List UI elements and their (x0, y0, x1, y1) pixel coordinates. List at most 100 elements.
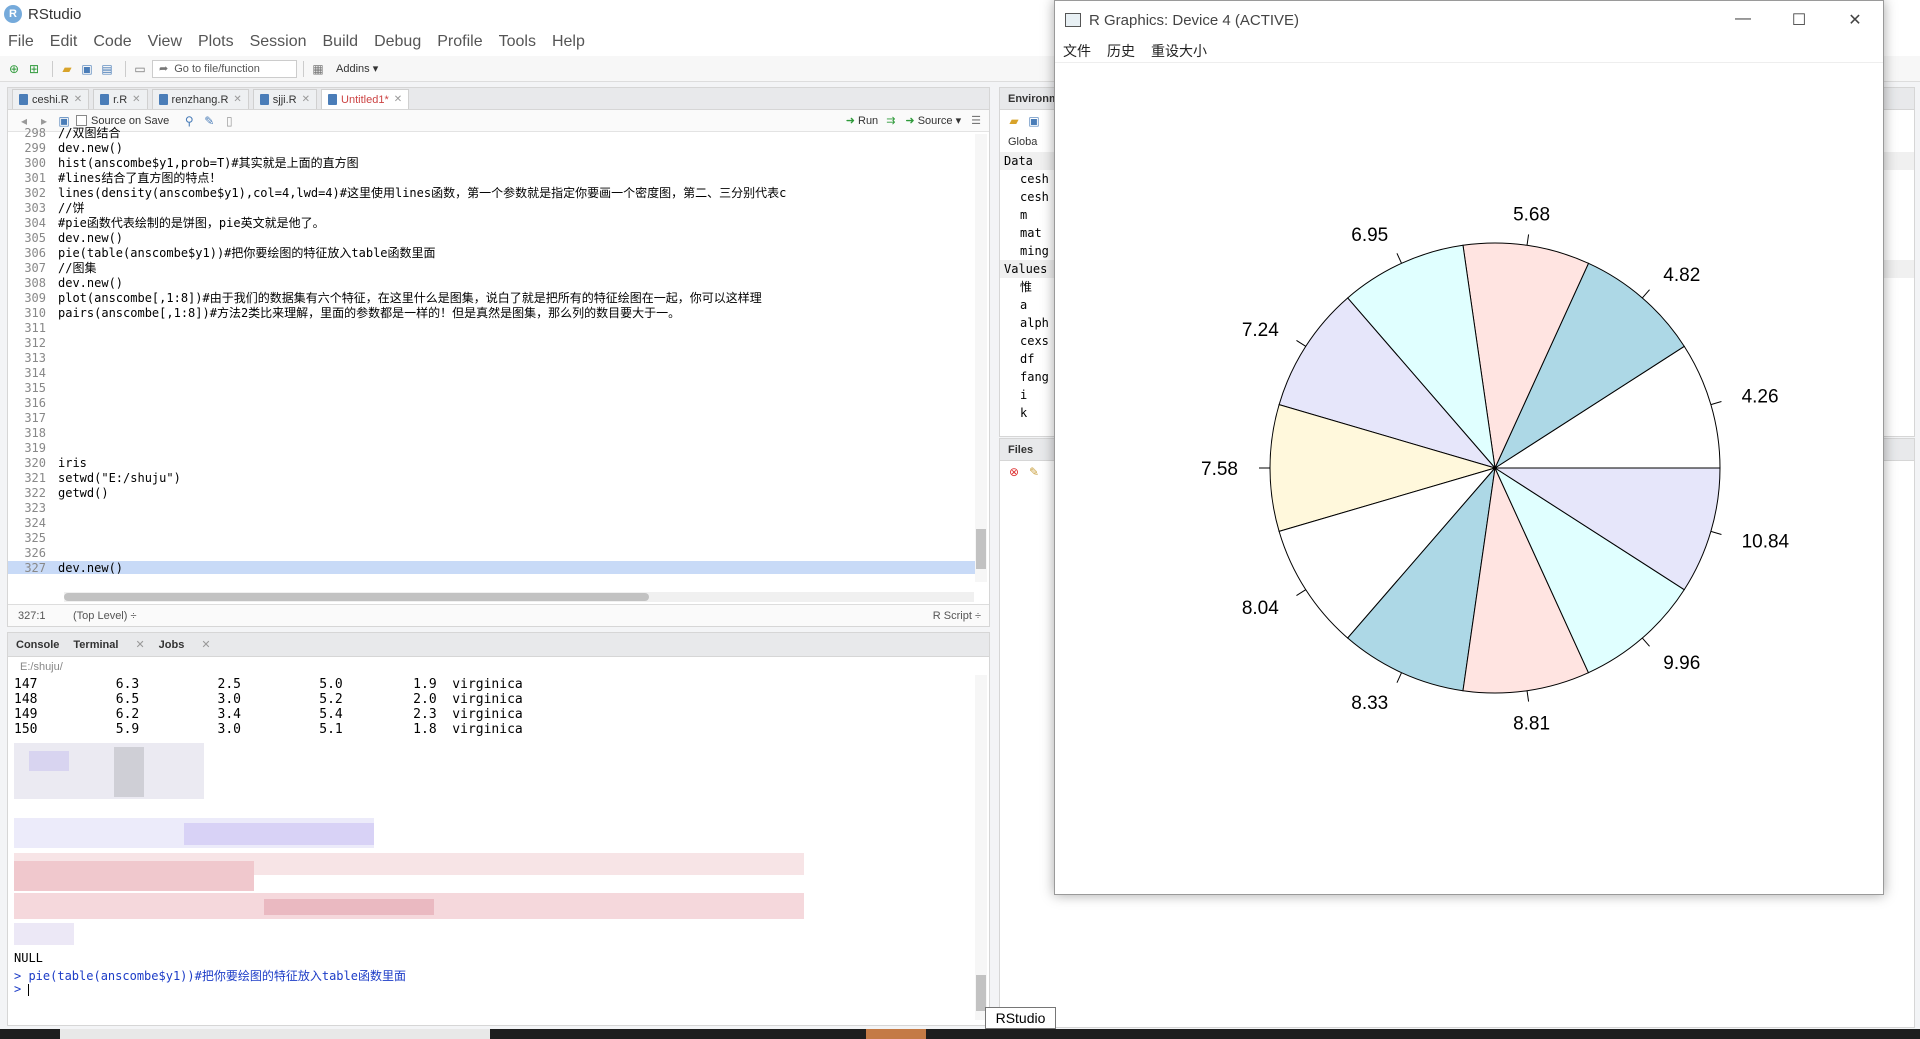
menu-edit[interactable]: Edit (50, 33, 78, 51)
minimize-icon[interactable]: — (1715, 10, 1771, 30)
graphics-title-bar[interactable]: R Graphics: Device 4 (ACTIVE) — ☐ ✕ (1055, 1, 1883, 39)
source-tab[interactable]: sjji.R ✕ (252, 89, 318, 109)
source-tab[interactable]: ceshi.R ✕ (12, 89, 90, 109)
code-line[interactable]: 312 (8, 336, 976, 351)
code-line[interactable]: 317 (8, 411, 976, 426)
console-prompt[interactable]: > (14, 982, 30, 996)
menu-plots[interactable]: Plots (198, 33, 234, 51)
code-line[interactable]: 322 getwd() (8, 486, 976, 501)
file-type-selector[interactable]: R Script ÷ (933, 610, 981, 622)
brush-icon[interactable]: ✎ (1026, 464, 1042, 480)
menu-file[interactable]: File (8, 33, 34, 51)
r-file-icon (259, 94, 269, 105)
menu-view[interactable]: View (148, 33, 182, 51)
load-workspace-icon[interactable]: ▰ (1006, 113, 1022, 129)
menu-debug[interactable]: Debug (374, 33, 421, 51)
new-file-icon[interactable]: ⊕ (6, 61, 22, 77)
code-line[interactable]: 315 (8, 381, 976, 396)
code-line[interactable]: 316 (8, 396, 976, 411)
code-line[interactable]: 305 dev.new() (8, 231, 976, 246)
close-icon[interactable]: ✕ (135, 639, 144, 651)
code-line[interactable]: 300 hist(anscombe$y1,prob=T)#其实就是上面的直方图 (8, 156, 976, 171)
menu-build[interactable]: Build (323, 33, 359, 51)
save-all-icon[interactable]: ▤ (99, 61, 115, 77)
code-line[interactable]: 327 dev.new() (8, 561, 976, 574)
goto-arrow-icon: ➦ (159, 63, 169, 75)
code-line[interactable]: 307 //图集 (8, 261, 976, 276)
code-line[interactable]: 301 #lines结合了直方图的特点！ (8, 171, 976, 186)
new-project-icon[interactable]: ⊞ (26, 61, 42, 77)
open-file-icon[interactable]: ▰ (59, 61, 75, 77)
print-icon[interactable]: ▭ (132, 61, 148, 77)
tab-console[interactable]: Console (16, 639, 59, 651)
code-line[interactable]: 308 dev.new() (8, 276, 976, 291)
goto-file-input[interactable]: ➦ Go to file/function (152, 59, 297, 78)
code-line[interactable]: 309 plot(anscombe[,1:8])#由于我们的数据集有六个特征，在这… (8, 291, 976, 306)
menu-profile[interactable]: Profile (437, 33, 482, 51)
close-icon[interactable]: ✕ (1827, 10, 1883, 30)
save-icon[interactable]: ▣ (79, 61, 95, 77)
code-line[interactable]: 313 (8, 351, 976, 366)
close-icon[interactable]: ✕ (302, 94, 310, 105)
source-tab[interactable]: renzhang.R ✕ (151, 89, 249, 109)
scroll-thumb[interactable] (976, 529, 986, 569)
scope-context[interactable]: (Top Level) ÷ (73, 610, 137, 622)
close-icon[interactable]: ✕ (132, 94, 140, 105)
line-text: pairs(anscombe[,1:8])#方法2类比来理解，里面的参数都是一样… (58, 306, 681, 320)
code-line[interactable]: 320 iris (8, 456, 976, 471)
console-output[interactable]: 147 6.3 2.5 5.0 1.9 virginica 148 6.5 3.… (8, 677, 989, 737)
save-workspace-icon[interactable]: ▣ (1026, 113, 1042, 129)
code-line[interactable]: 304 #pie函数代表绘制的是饼图，pie英文就是他了。 (8, 216, 976, 231)
line-text: //饼 (58, 201, 85, 215)
menu-code[interactable]: Code (93, 33, 131, 51)
taskbar-search[interactable] (60, 1029, 490, 1039)
menu-session[interactable]: Session (250, 33, 307, 51)
menu-tools[interactable]: Tools (499, 33, 536, 51)
graphics-menu-item[interactable]: 重设大小 (1151, 41, 1207, 61)
code-line[interactable]: 299 dev.new() (8, 141, 976, 156)
scroll-thumb[interactable] (64, 593, 649, 601)
working-dir-path[interactable]: E:/shuju/ (20, 661, 63, 673)
pie-chart: 4.26 4.82 5.68 6.95 7.24 7.58 8.04 8.33 8.81 9.96… (1201, 205, 1790, 735)
graphics-menu-item[interactable]: 文件 (1063, 41, 1091, 61)
editor-vertical-scrollbar[interactable] (975, 134, 987, 582)
r-file-icon (19, 94, 28, 105)
code-line[interactable]: 319 (8, 441, 976, 456)
grid-layout-icon[interactable]: ▦ (310, 61, 326, 77)
code-line[interactable]: 325 (8, 531, 976, 546)
code-line[interactable]: 298 //双图结合 (8, 126, 976, 141)
close-icon[interactable]: ✕ (74, 94, 82, 105)
source-tab[interactable]: r.R ✕ (93, 89, 148, 109)
code-line[interactable]: 323 (8, 501, 976, 516)
source-on-save-checkbox[interactable] (76, 115, 87, 126)
code-line[interactable]: 302 lines(density(anscombe$y1),col=4,lwd=… (8, 186, 976, 201)
delete-icon[interactable]: ⊗ (1006, 464, 1022, 480)
code-editor[interactable]: 298 //双图结合 299 dev.new() 300 hist(anscombe$y1… (8, 126, 976, 574)
graphics-menu-item[interactable]: 历史 (1107, 41, 1135, 61)
code-line[interactable]: 314 (8, 366, 976, 381)
menu-help[interactable]: Help (552, 33, 585, 51)
tab-jobs[interactable]: Jobs ✕ (159, 638, 211, 651)
tab-terminal-label: Terminal (73, 639, 119, 651)
tab-terminal[interactable]: Terminal ✕ (73, 638, 144, 651)
code-line[interactable]: 311 (8, 321, 976, 336)
r-graphics-window[interactable]: R Graphics: Device 4 (ACTIVE) — ☐ ✕ 文件 历史… (1054, 0, 1884, 895)
close-icon[interactable]: ✕ (233, 94, 241, 105)
addins-menu[interactable]: Addins ▾ (336, 62, 378, 75)
code-line[interactable]: 318 (8, 426, 976, 441)
code-line[interactable]: 306 pie(table(anscombe$y1))#把你要绘图的特征放入tab… (8, 246, 976, 261)
code-line[interactable]: 303 //饼 (8, 201, 976, 216)
editor-horizontal-scrollbar[interactable] (64, 592, 974, 602)
scroll-thumb[interactable] (976, 975, 986, 1011)
close-icon[interactable]: ✕ (394, 94, 402, 105)
source-tab[interactable]: Untitled1* ✕ (321, 89, 410, 109)
console-vertical-scrollbar[interactable] (975, 675, 987, 1020)
taskbar-app[interactable] (866, 1029, 926, 1039)
close-icon[interactable]: ✕ (201, 639, 210, 651)
code-line[interactable]: 310 pairs(anscombe[,1:8])#方法2类比来理解，里面的参数都… (8, 306, 976, 321)
maximize-icon[interactable]: ☐ (1771, 10, 1827, 30)
code-line[interactable]: 326 (8, 546, 976, 561)
code-line[interactable]: 321 setwd("E:/shuju") (8, 471, 976, 486)
code-line[interactable]: 324 (8, 516, 976, 531)
line-number: 323 (24, 501, 46, 515)
